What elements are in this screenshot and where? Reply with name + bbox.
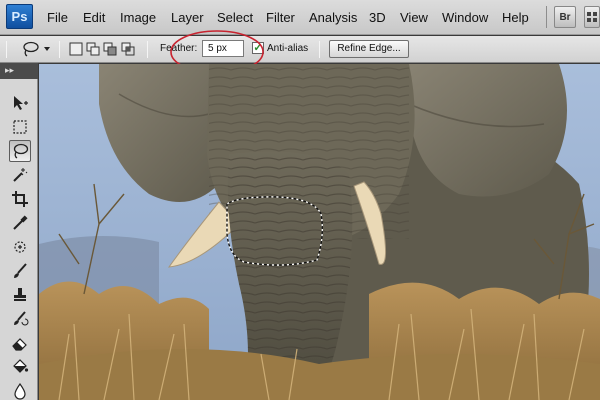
feather-label: Feather:	[160, 43, 198, 54]
tools-panel-header[interactable]: ▸▸	[0, 63, 38, 79]
menu-edit[interactable]: Edit	[83, 0, 105, 35]
intersect-selection-icon[interactable]	[121, 42, 135, 56]
history-brush-tool-icon[interactable]	[9, 308, 31, 330]
brush-tool-icon[interactable]	[9, 260, 31, 282]
chevron-down-icon[interactable]	[44, 47, 50, 51]
menu-view[interactable]: View	[400, 0, 428, 35]
refine-edge-button[interactable]: Refine Edge...	[329, 40, 409, 58]
options-divider	[147, 41, 148, 58]
menu-help[interactable]: Help	[502, 0, 529, 35]
grid-icon	[587, 12, 597, 22]
crop-tool-icon[interactable]	[9, 188, 31, 210]
anti-alias-checkbox[interactable]: ✓	[252, 42, 264, 54]
subtract-from-selection-icon[interactable]	[103, 42, 117, 56]
mini-bridge-button[interactable]	[584, 6, 600, 28]
menu-select[interactable]: Select	[217, 0, 253, 35]
options-divider	[59, 41, 60, 58]
options-grip	[6, 41, 7, 58]
spot-healing-brush-tool-icon[interactable]	[9, 236, 31, 258]
lasso-tool-icon[interactable]	[9, 140, 31, 162]
photoshop-logo-icon[interactable]: Ps	[6, 4, 33, 29]
menu-3d[interactable]: 3D	[369, 0, 386, 35]
lasso-icon	[23, 41, 39, 57]
expand-panel-icon[interactable]: ▸▸	[5, 65, 14, 76]
menu-bar: Ps File Edit Image Layer Select Filter A…	[0, 0, 600, 35]
options-bar: Feather: 5 px ✓ Anti-alias Refine Edge..…	[0, 36, 600, 63]
paint-bucket-tool-icon[interactable]	[9, 356, 31, 378]
options-divider	[319, 41, 320, 58]
menu-file[interactable]: File	[47, 0, 68, 35]
menu-divider	[546, 6, 547, 28]
rectangular-marquee-tool-icon[interactable]	[9, 116, 31, 138]
magic-wand-tool-icon[interactable]	[9, 164, 31, 186]
menu-filter[interactable]: Filter	[266, 0, 295, 35]
feather-input[interactable]: 5 px	[202, 40, 244, 57]
bridge-button[interactable]: Br	[554, 6, 576, 28]
eyedropper-tool-icon[interactable]	[9, 212, 31, 234]
new-selection-icon[interactable]	[69, 42, 83, 56]
tool-preset-picker[interactable]	[20, 40, 40, 59]
menu-analysis[interactable]: Analysis	[309, 0, 357, 35]
menu-layer[interactable]: Layer	[171, 0, 204, 35]
anti-alias-label: Anti-alias	[267, 43, 309, 54]
eraser-tool-icon[interactable]	[9, 332, 31, 354]
tools-panel: ▸▸	[0, 63, 38, 400]
elephant-photo	[39, 64, 600, 400]
clone-stamp-tool-icon[interactable]	[9, 284, 31, 306]
move-tool-icon[interactable]	[9, 92, 31, 114]
menu-window[interactable]: Window	[442, 0, 488, 35]
menu-image[interactable]: Image	[120, 0, 156, 35]
add-to-selection-icon[interactable]	[86, 42, 100, 56]
document-canvas[interactable]	[39, 64, 600, 400]
blur-tool-icon[interactable]	[9, 380, 31, 400]
